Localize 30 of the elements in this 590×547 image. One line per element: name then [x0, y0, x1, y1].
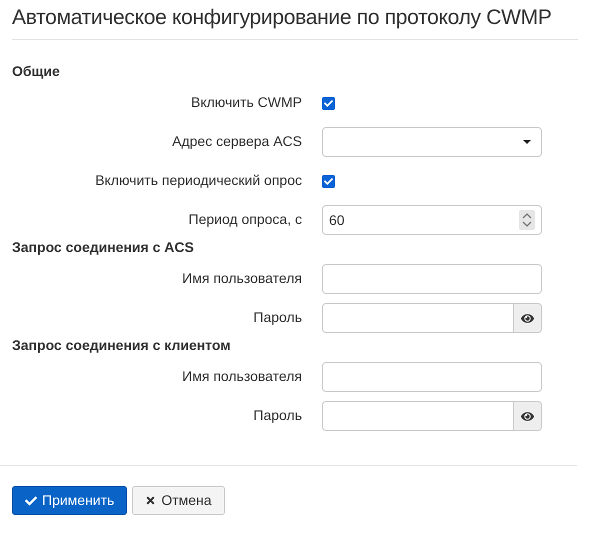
checkbox[interactable] [322, 96, 335, 110]
section-heading: Запрос соединения с ACS [12, 238, 195, 256]
field-label: Имя пользователя [182, 368, 302, 384]
checkbox[interactable] [322, 174, 335, 188]
show-password-button[interactable] [514, 303, 542, 333]
close-icon [145, 495, 156, 506]
password-field[interactable] [322, 401, 514, 431]
spinner-icon[interactable] [519, 210, 535, 230]
password-field[interactable] [322, 303, 514, 333]
field-label: Адрес сервера ACS [172, 133, 302, 149]
field-label: Имя пользователя [182, 270, 302, 286]
caret-icon [523, 140, 531, 144]
field-label: Период опроса, с [188, 211, 302, 227]
show-password-button[interactable] [514, 401, 542, 431]
field-label: Включить периодический опрос [95, 172, 302, 188]
select-field[interactable] [322, 127, 542, 157]
input-field[interactable] [322, 264, 542, 294]
field-label: Включить CWMP [190, 94, 302, 110]
eye-icon [521, 410, 534, 422]
field-label: Пароль [253, 309, 302, 325]
number-field[interactable]: 60 [322, 205, 542, 235]
check-icon [25, 494, 37, 506]
field-label: Пароль [253, 407, 302, 423]
section-heading: Запрос соединения с клиентом [12, 336, 232, 354]
eye-icon [521, 312, 534, 324]
section-heading: Общие [12, 62, 61, 80]
apply-button[interactable]: Применить [12, 486, 128, 515]
input-field[interactable] [322, 362, 542, 392]
page-title: Автоматическое конфигурирование по протоколу CWMP [12, 5, 552, 31]
cancel-button[interactable]: Отмена [132, 486, 225, 515]
